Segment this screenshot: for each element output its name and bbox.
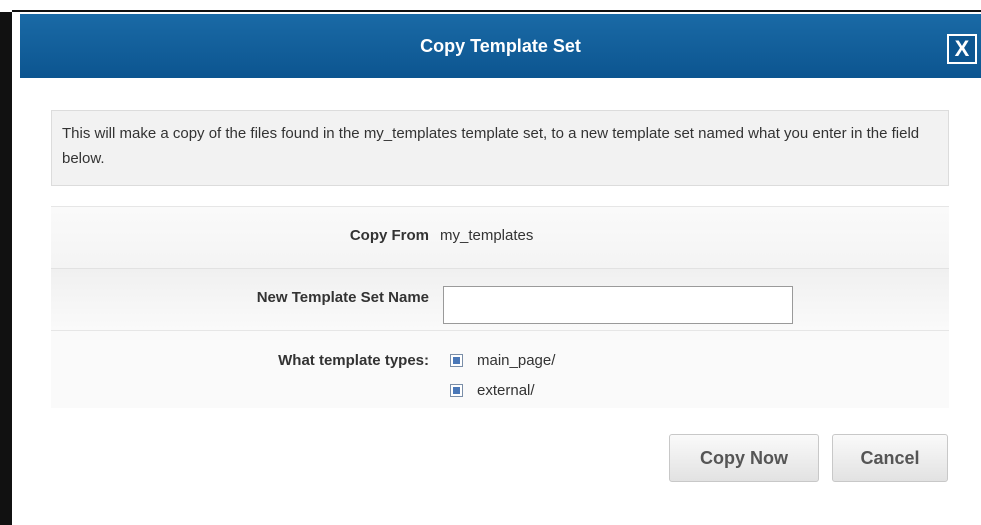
new-template-set-name-input[interactable] [443,286,793,324]
dialog-titlebar: Copy Template Set X [20,14,981,78]
checkbox-check-mark [453,387,460,394]
copy-now-button[interactable]: Copy Now [669,434,819,482]
window-border-top [12,10,981,12]
info-message: This will make a copy of the files found… [51,110,949,186]
window-border-left [0,12,12,525]
copy-from-label: Copy From [349,227,429,244]
copy-from-value: my_templates [440,227,534,244]
close-button[interactable]: X [947,34,977,64]
copy-template-set-dialog: Copy Template Set X This will make a cop… [20,14,981,525]
new-name-row: New Template Set Name [51,268,949,330]
main-page-checkbox[interactable] [450,354,463,367]
checkbox-option-external[interactable]: external/ [450,382,535,399]
dialog-title: Copy Template Set [420,35,581,56]
copy-from-row: Copy From my_templates [51,206,949,268]
cancel-button[interactable]: Cancel [832,434,948,482]
main-page-checkbox-label: main_page/ [477,352,556,369]
template-types-label: What template types: [278,352,429,369]
checkbox-check-mark [453,357,460,364]
external-checkbox-label: external/ [477,382,535,399]
checkbox-option-main-page[interactable]: main_page/ [450,352,555,369]
new-name-label: New Template Set Name [256,289,429,306]
external-checkbox[interactable] [450,384,463,397]
template-types-row: What template types: main_page/ external… [51,330,949,408]
